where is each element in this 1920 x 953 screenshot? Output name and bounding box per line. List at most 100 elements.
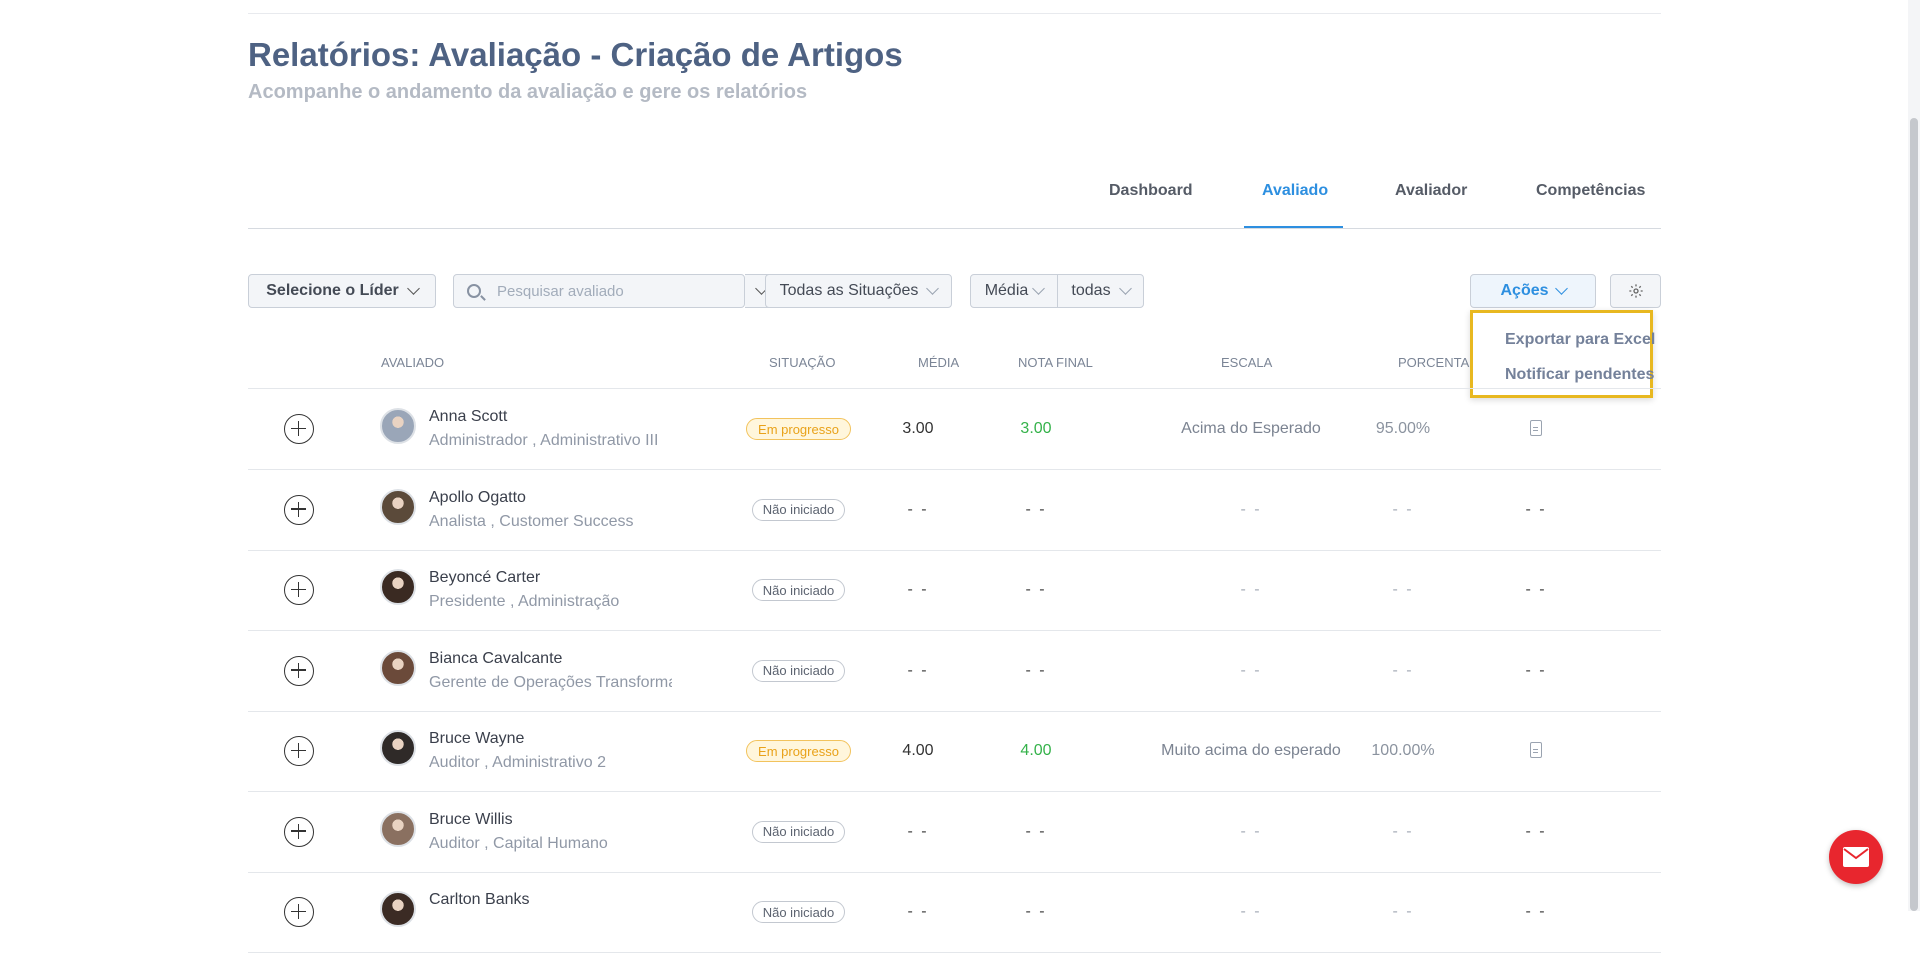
report-file-empty: - -: [1525, 500, 1547, 518]
escala-value: - -: [1240, 500, 1262, 518]
employee-name: Bruce Wayne: [429, 730, 525, 747]
status-badge: Não iniciado: [752, 659, 845, 682]
status-badge: Não iniciado: [752, 820, 845, 843]
table-row[interactable]: Bianca Cavalcante Gerente de Operações Tr…: [248, 631, 1661, 712]
top-divider: [248, 13, 1661, 14]
table-row[interactable]: Beyoncé Carter Presidente , Administração…: [248, 550, 1661, 631]
status-badge: Em progresso: [746, 740, 851, 762]
employee-name: Apollo Ogatto: [429, 488, 526, 506]
actions-button[interactable]: Ações: [1470, 274, 1596, 308]
report-file-button[interactable]: [1516, 742, 1556, 763]
expand-row-icon[interactable]: [284, 897, 314, 927]
report-file-empty: - -: [1525, 661, 1547, 679]
table-row[interactable]: Carlton Banks Não iniciado - - - - - - - - - -: [248, 872, 1661, 953]
chevron-down-icon: [926, 282, 940, 295]
todas-select-label: todas: [1071, 282, 1111, 299]
expand-row-icon[interactable]: [284, 575, 314, 605]
tab-competencias[interactable]: Competências: [1536, 182, 1645, 200]
active-tab-indicator: [1244, 226, 1343, 228]
employee-name: Beyoncé Carter: [429, 569, 541, 586]
employee-role: Administrador , Administrativo III: [429, 432, 659, 449]
column-header-media[interactable]: MÉDIA: [918, 355, 959, 370]
todas-select[interactable]: todas: [1057, 274, 1144, 308]
escala-value: Muito acima do esperado: [1161, 742, 1341, 759]
escala-value: - -: [1240, 903, 1262, 920]
table-row[interactable]: Apollo Ogatto Analista , Customer Success…: [248, 470, 1661, 551]
expand-row-icon[interactable]: [284, 414, 314, 444]
scrollbar-thumb[interactable]: [1910, 118, 1918, 911]
employee-role: Gerente de Operações Transforma: [429, 673, 672, 691]
tab-bar: Dashboard Avaliado Avaliador Competência…: [248, 170, 1661, 229]
column-header-escala[interactable]: ESCALA: [1221, 355, 1272, 370]
tab-avaliado[interactable]: Avaliado: [1262, 182, 1328, 200]
nota-final-value: - -: [1025, 661, 1047, 679]
status-badge: Não iniciado: [752, 901, 845, 923]
employee-name: Anna Scott: [429, 408, 508, 425]
actions-button-label: Ações: [1500, 282, 1549, 299]
page-content: Relatórios: Avaliação - Criação de Artig…: [248, 0, 1661, 953]
page-title: Relatórios: Avaliação - Criação de Artig…: [248, 36, 903, 73]
menu-item-export-excel[interactable]: Exportar para Excel: [1473, 325, 1655, 355]
report-file-button[interactable]: [1516, 420, 1556, 441]
employee-name: Bruce Willis: [429, 810, 513, 828]
employee-role: Analista , Customer Success: [429, 512, 634, 530]
avatar: [380, 730, 416, 766]
chat-button[interactable]: [1829, 830, 1883, 884]
column-header-nota-final[interactable]: NOTA FINAL: [1018, 355, 1093, 370]
porcentagem-value: 100.00%: [1371, 742, 1435, 759]
chevron-down-icon: [1554, 282, 1568, 295]
status-badge: Não iniciado: [752, 498, 845, 521]
media-value: 4.00: [902, 742, 934, 759]
table-row[interactable]: Bruce Wayne Auditor , Administrativo 2 Em …: [248, 711, 1661, 792]
avatar: [380, 569, 416, 605]
expand-row-icon[interactable]: [284, 736, 314, 766]
nota-final-value: 3.00: [1020, 420, 1052, 437]
employee-name: Carlton Banks: [429, 891, 530, 908]
search-box: [453, 274, 745, 308]
report-file-empty: - -: [1525, 903, 1547, 920]
file-icon: [1530, 742, 1542, 758]
filter-bar: Selecione o Líder Todas as Situações Méd…: [248, 274, 1661, 310]
nota-final-value: - -: [1025, 581, 1047, 598]
column-header-porcentagem[interactable]: PORCENTA: [1398, 355, 1469, 370]
table-header: AVALIADO SITUAÇÃO MÉDIA NOTA FINAL ESCAL…: [248, 352, 1661, 389]
media-value: 3.00: [902, 420, 934, 437]
porcentagem-value: 95.00%: [1375, 420, 1431, 437]
expand-row-icon[interactable]: [284, 816, 314, 847]
column-header-avaliado[interactable]: AVALIADO: [381, 355, 444, 370]
tab-dashboard[interactable]: Dashboard: [1109, 182, 1193, 200]
search-icon: [467, 284, 481, 298]
status-select[interactable]: Todas as Situações: [765, 274, 952, 308]
leader-select[interactable]: Selecione o Líder: [248, 274, 436, 308]
media-select[interactable]: Média: [970, 274, 1058, 308]
expand-row-icon[interactable]: [284, 655, 314, 686]
table-row[interactable]: Bruce Willis Auditor , Capital Humano Não …: [248, 792, 1661, 873]
media-value: - -: [907, 581, 929, 598]
media-select-label: Média: [984, 282, 1029, 299]
escala-value: Acima do Esperado: [1181, 420, 1321, 437]
report-file-empty: - -: [1525, 822, 1547, 840]
escala-value: - -: [1240, 581, 1262, 598]
avatar: [380, 488, 416, 525]
expand-row-icon[interactable]: [284, 494, 314, 525]
avatar: [380, 408, 416, 444]
status-select-label: Todas as Situações: [779, 282, 919, 299]
media-value: - -: [907, 661, 929, 679]
chevron-down-icon: [1118, 282, 1132, 295]
table-row[interactable]: Anna Scott Administrador , Administrativo…: [248, 389, 1661, 470]
media-value: - -: [907, 903, 929, 920]
avatar: [380, 810, 416, 847]
avatar: [380, 891, 416, 927]
leader-select-label: Selecione o Líder: [266, 282, 399, 299]
search-input[interactable]: [495, 281, 699, 301]
nota-final-value: - -: [1025, 500, 1047, 518]
menu-item-label: Exportar para Excel: [1505, 331, 1656, 348]
tab-avaliador[interactable]: Avaliador: [1395, 182, 1467, 200]
settings-button[interactable]: [1610, 274, 1661, 308]
column-header-situacao[interactable]: SITUAÇÃO: [769, 355, 835, 370]
envelope-icon: [1843, 847, 1869, 867]
escala-value: - -: [1240, 822, 1262, 840]
employee-role: Presidente , Administração: [429, 593, 620, 610]
escala-value: - -: [1240, 661, 1262, 679]
status-badge: Não iniciado: [752, 579, 845, 601]
